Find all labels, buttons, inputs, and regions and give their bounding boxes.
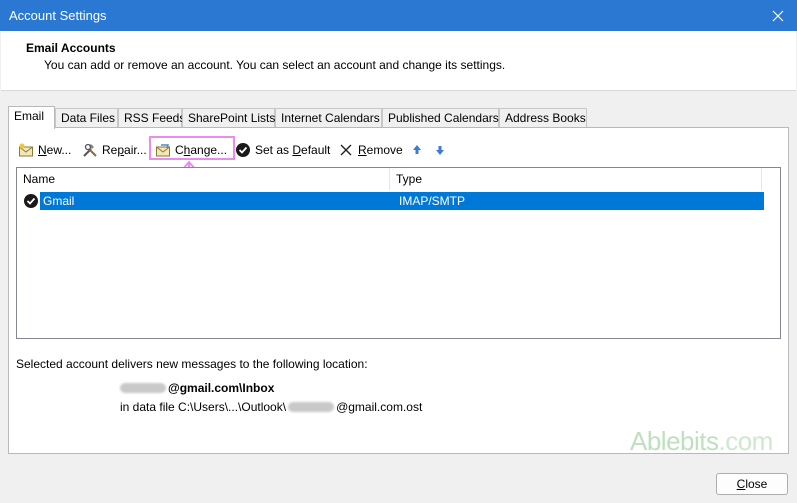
default-account-check-icon [24,194,38,208]
close-button[interactable]: Close [716,473,788,495]
set-as-default-button[interactable]: Set as Default [235,140,330,160]
delivery-data-file: in data file C:\Users\...\Outlook\ @gmai… [120,400,423,414]
ablebits-watermark: Ablebits.com [630,426,773,456]
move-down-button[interactable] [432,140,448,160]
close-icon [772,10,784,21]
tab-email[interactable]: Email [8,106,55,129]
column-header-name[interactable]: Name [17,168,390,190]
account-type: IMAP/SMTP [399,194,466,208]
list-item[interactable]: Gmail IMAP/SMTP [19,192,764,210]
account-name: Gmail [43,194,75,208]
checkmark-circle-icon [236,143,250,157]
redacted-username [288,402,335,412]
delivery-label: Selected account delivers new messages t… [16,357,368,371]
move-up-button[interactable] [409,140,425,160]
tab-sharepoint-lists[interactable]: SharePoint Lists [182,108,275,128]
account-list: Name Type Gmail IMAP/SMTP [16,167,781,339]
window-close-button[interactable] [759,0,797,31]
header-title: Email Accounts [26,41,116,55]
new-email-icon [19,143,33,157]
redacted-username [120,383,166,393]
remove-button[interactable]: Remove [338,140,403,160]
column-header-type[interactable]: Type [390,168,762,190]
repair-button[interactable]: Repair... [82,140,147,160]
tab-address-books[interactable]: Address Books [499,108,587,128]
tab-internet-calendars[interactable]: Internet Calendars [275,108,382,128]
remove-x-icon [340,144,352,156]
new-account-button[interactable]: New... [18,140,71,160]
arrow-down-icon [436,146,444,155]
change-button-highlight [149,136,235,160]
tab-rss-feeds[interactable]: RSS Feeds [118,108,185,128]
arrow-up-icon [413,145,421,154]
header-description: You can add or remove an account. You ca… [44,58,506,72]
tools-icon [83,143,97,157]
delivery-inbox: @gmail.com\Inbox [120,381,274,395]
title-bar: Account Settings [0,0,797,31]
dialog-header: Email Accounts You can add or remove an … [1,31,796,91]
tab-data-files[interactable]: Data Files [55,108,118,128]
tab-published-calendars[interactable]: Published Calendars [382,108,499,128]
window-title: Account Settings [9,8,107,23]
